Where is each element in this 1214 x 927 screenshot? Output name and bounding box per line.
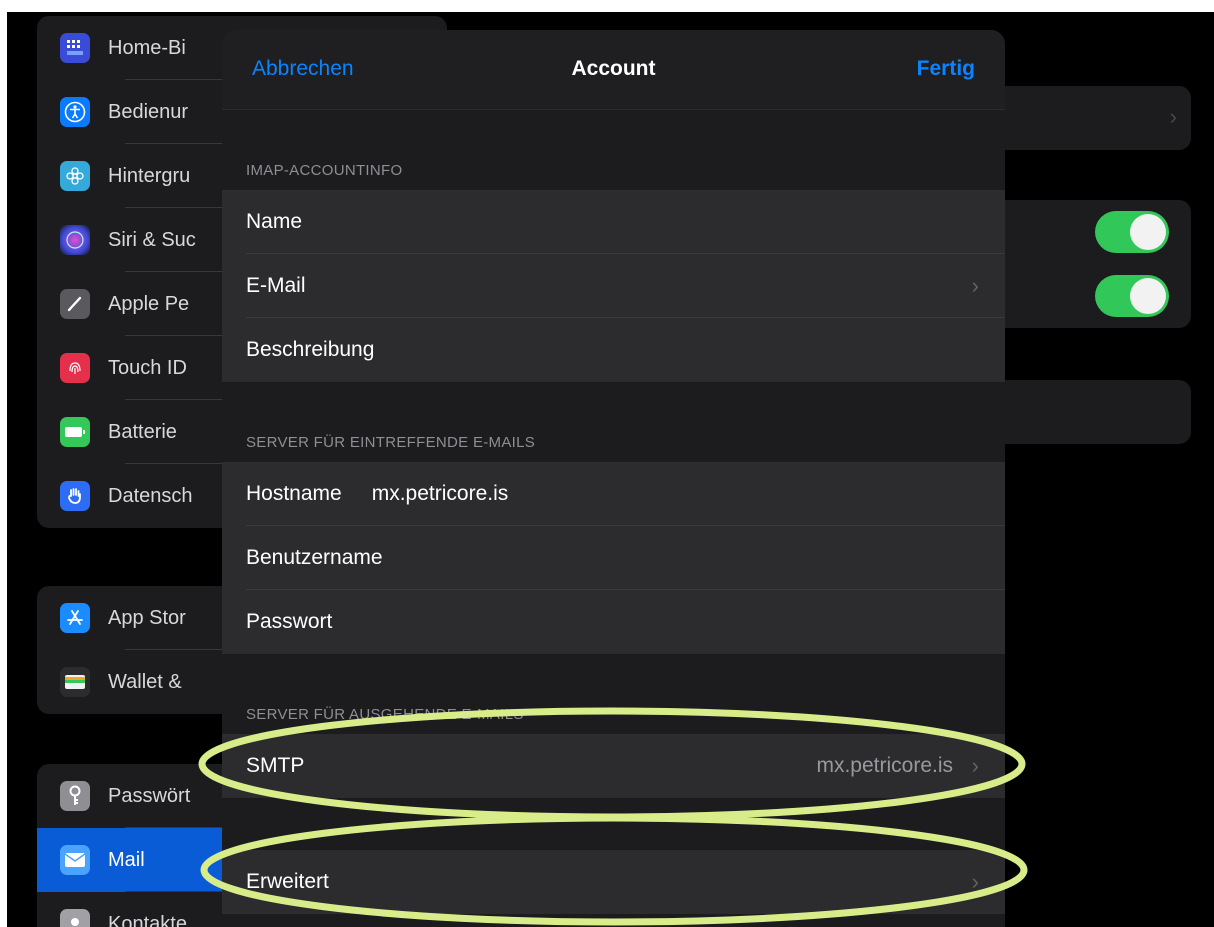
apple-pencil-icon <box>60 289 90 319</box>
smtp-value: mx.petricore.is <box>816 754 953 777</box>
toggle-switch[interactable] <box>1095 275 1169 317</box>
row-label: Erweitert <box>246 870 329 893</box>
wallpaper-icon <box>60 161 90 191</box>
row-label: Passwort <box>246 610 333 633</box>
touch-id-icon <box>60 353 90 383</box>
chevron-right-icon: › <box>971 273 979 298</box>
chevron-right-icon: › <box>971 869 979 894</box>
wallet-icon <box>60 667 90 697</box>
row-label: SMTP <box>246 754 305 777</box>
sheet-title: Account <box>571 57 656 80</box>
sidebar-item-label: Wallet & <box>108 670 182 693</box>
chevron-right-icon: › <box>971 753 979 778</box>
section-header-outgoing: SERVER FÜR AUSGEHENDE E-MAILS <box>246 706 524 723</box>
row-advanced[interactable]: Erweitert › <box>222 850 1005 914</box>
row-label: Benutzername <box>246 546 383 569</box>
section-advanced: Erweitert › <box>222 850 1005 914</box>
section-imap-account-info: Name E-Mail › Beschreibung <box>222 190 1005 382</box>
sidebar-item-label: Home-Bi <box>108 36 186 59</box>
privacy-hand-icon <box>60 481 90 511</box>
app-store-icon <box>60 603 90 633</box>
key-icon <box>60 781 90 811</box>
siri-icon <box>60 225 90 255</box>
account-sheet: Abbrechen Account Fertig IMAP-ACCOUNTINF… <box>222 30 1005 927</box>
row-description[interactable]: Beschreibung <box>222 318 1005 382</box>
sidebar-item-label: Bedienur <box>108 100 189 123</box>
sidebar-item-label: Kontakte <box>108 912 187 927</box>
row-username[interactable]: Benutzername <box>222 526 1005 590</box>
sidebar-item-label: Datensch <box>108 484 193 507</box>
sidebar-item-label: Passwört <box>108 784 191 807</box>
home-screen-icon <box>60 33 90 63</box>
row-name[interactable]: Name <box>222 190 1005 254</box>
contacts-icon <box>60 909 90 927</box>
sidebar-item-label: Touch ID <box>108 356 187 379</box>
sidebar-item-label: App Stor <box>108 606 186 629</box>
sidebar-item-label: Hintergru <box>108 164 191 187</box>
chevron-right-icon: › <box>1169 104 1177 129</box>
sidebar-item-label: Siri & Suc <box>108 228 196 251</box>
hostname-value[interactable]: mx.petricore.is <box>372 482 509 506</box>
section-header-incoming: SERVER FÜR EINTREFFENDE E-MAILS <box>246 434 536 451</box>
accessibility-icon <box>60 97 90 127</box>
row-label: E-Mail <box>246 274 306 297</box>
ipad-screen: Home-Bi Bedienur Hintergru Siri & Suc Ap… <box>7 12 1214 927</box>
done-button[interactable]: Fertig <box>917 57 975 81</box>
battery-icon <box>60 417 90 447</box>
row-hostname[interactable]: Hostname mx.petricore.is <box>222 462 1005 526</box>
row-smtp[interactable]: SMTP mx.petricore.is › <box>222 734 1005 798</box>
row-label: Beschreibung <box>246 338 375 361</box>
toggle-switch[interactable] <box>1095 211 1169 253</box>
sidebar-item-label: Apple Pe <box>108 292 190 315</box>
section-incoming-server: Hostname mx.petricore.is Benutzername Pa… <box>222 462 1005 654</box>
row-label: Hostname <box>246 482 342 505</box>
section-header-imap: IMAP-ACCOUNTINFO <box>246 162 403 179</box>
mail-icon <box>60 845 90 875</box>
sidebar-item-label: Batterie <box>108 420 177 443</box>
section-outgoing-server: SMTP mx.petricore.is › <box>222 734 1005 798</box>
row-email[interactable]: E-Mail › <box>222 254 1005 318</box>
sidebar-item-label: Mail <box>108 848 145 871</box>
sheet-navbar: Abbrechen Account Fertig <box>222 30 1005 110</box>
row-password[interactable]: Passwort <box>222 590 1005 654</box>
row-label: Name <box>246 210 303 233</box>
